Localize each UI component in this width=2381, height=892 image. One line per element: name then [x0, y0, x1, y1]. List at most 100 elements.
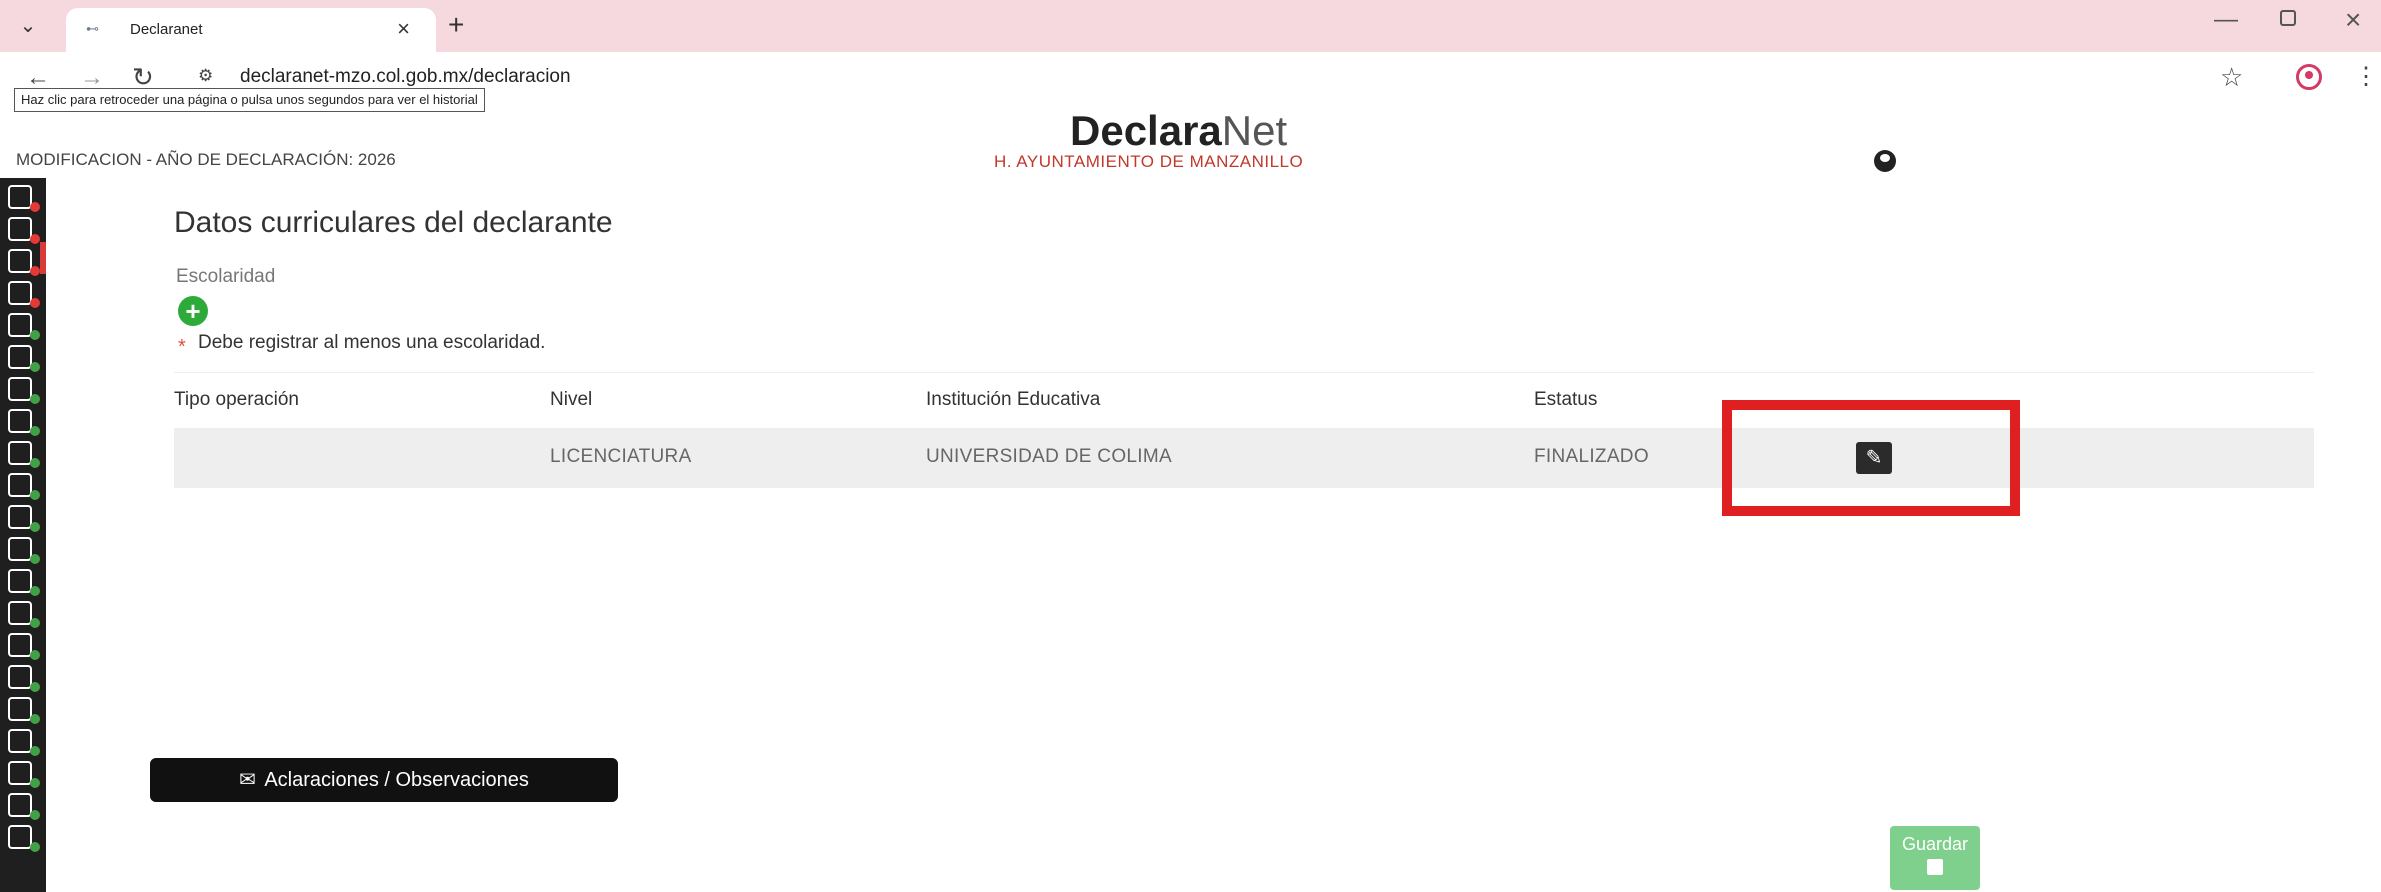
column-header-estatus: Estatus [1534, 389, 1598, 410]
browser-tab[interactable]: ⊷ Declaranet × [66, 8, 436, 52]
brand-logo: DeclaraNet [1070, 108, 1287, 154]
status-dot [30, 714, 40, 724]
tab-title: Declaranet [130, 21, 203, 38]
sidebar-active-indicator [40, 242, 46, 274]
sidebar-item-19[interactable] [6, 758, 40, 790]
sidebar-item-1[interactable] [6, 182, 40, 214]
sidebar-item-4[interactable] [6, 278, 40, 310]
status-dot [30, 618, 40, 628]
loan-icon [8, 569, 32, 593]
money-icon [8, 409, 32, 433]
required-star: * [178, 336, 186, 358]
status-dot [30, 586, 40, 596]
highlight-box [1722, 400, 2020, 516]
sidebar-item-2[interactable] [6, 214, 40, 246]
profile-icon[interactable] [2296, 64, 2322, 90]
document-icon [8, 249, 32, 273]
status-dot [30, 746, 40, 756]
site-info-icon[interactable]: ⚙ [198, 66, 213, 86]
sidebar-item-15[interactable] [6, 630, 40, 662]
chevron-down-icon[interactable]: ⌄ [14, 12, 42, 40]
required-message: Debe registrar al menos una escolaridad. [198, 332, 546, 353]
back-tooltip: Haz clic para retroceder una página o pu… [14, 88, 485, 112]
new-tab-icon[interactable]: + [448, 10, 464, 40]
car-icon [8, 473, 32, 497]
sidebar-item-9[interactable] [6, 438, 40, 470]
status-dot [30, 426, 40, 436]
group-icon [8, 697, 32, 721]
investment-icon [8, 537, 32, 561]
status-dot [30, 298, 40, 308]
observations-label: Aclaraciones / Observaciones [264, 769, 529, 791]
status-dot [30, 202, 40, 212]
status-dot [30, 682, 40, 692]
window-close-icon[interactable]: × [2345, 4, 2361, 36]
page-title: Datos curriculares del declarante [174, 206, 613, 239]
id-card-icon [8, 185, 32, 209]
status-dot [30, 810, 40, 820]
house-icon [8, 441, 32, 465]
favicon-icon: ⊷ [86, 21, 99, 36]
brand-light: Net [1221, 107, 1288, 154]
column-header-tipo: Tipo operación [174, 389, 299, 410]
sidebar-item-18[interactable] [6, 726, 40, 758]
sidebar-item-5[interactable] [6, 310, 40, 342]
cell-nivel: LICENCIATURA [550, 446, 692, 467]
sidebar-item-14[interactable] [6, 598, 40, 630]
status-dot [30, 362, 40, 372]
home-icon [8, 217, 32, 241]
status-dot [30, 394, 40, 404]
form-icon [8, 377, 32, 401]
status-dot [30, 842, 40, 852]
family-icon [8, 345, 32, 369]
status-dot [30, 490, 40, 500]
column-header-nivel: Nivel [550, 389, 593, 410]
maximize-icon[interactable] [2280, 10, 2296, 26]
sidebar-item-13[interactable] [6, 566, 40, 598]
sidebar-item-10[interactable] [6, 470, 40, 502]
pie-icon [8, 633, 32, 657]
brand-bold: Declara [1070, 107, 1222, 154]
status-dot [30, 330, 40, 340]
chart-icon [8, 505, 32, 529]
envelope-icon: ✉ [239, 769, 256, 791]
minimize-icon[interactable]: — [2214, 6, 2238, 34]
tab-close-icon[interactable]: × [397, 17, 410, 41]
sidebar [0, 178, 46, 892]
user-icon[interactable] [1874, 150, 1896, 172]
status-dot [30, 458, 40, 468]
sidebar-item-16[interactable] [6, 662, 40, 694]
save-icon [1927, 859, 1943, 875]
save-label: Guardar [1901, 834, 1969, 854]
kebab-menu-icon[interactable]: ⋮ [2354, 62, 2378, 91]
browser-tab-bar: ⌄ ⊷ Declaranet × + — × [0, 0, 2381, 52]
property-icon [8, 601, 32, 625]
add-escolaridad-button[interactable]: + [178, 296, 208, 326]
table-icon [8, 825, 32, 849]
save-button[interactable]: Guardar [1890, 826, 1980, 890]
board-icon [8, 761, 32, 785]
sidebar-item-20[interactable] [6, 790, 40, 822]
sidebar-item-12[interactable] [6, 534, 40, 566]
sidebar-item-17[interactable] [6, 694, 40, 726]
sidebar-item-6[interactable] [6, 342, 40, 374]
community-icon [8, 729, 32, 753]
sidebar-item-11[interactable] [6, 502, 40, 534]
sidebar-item-7[interactable] [6, 374, 40, 406]
star-icon[interactable]: ☆ [2220, 62, 2243, 93]
declaration-info: MODIFICACION - AÑO DE DECLARACIÓN: 2026 [16, 150, 396, 169]
person-group-icon [8, 793, 32, 817]
status-dot [30, 266, 40, 276]
people-icon [8, 313, 32, 337]
observations-button[interactable]: ✉ Aclaraciones / Observaciones [150, 758, 618, 802]
cell-institucion: UNIVERSIDAD DE COLIMA [926, 446, 1172, 467]
institution-name: H. AYUNTAMIENTO DE MANZANILLO [994, 152, 1304, 171]
sidebar-item-21[interactable] [6, 822, 40, 854]
sidebar-item-3[interactable] [6, 246, 40, 278]
sidebar-item-8[interactable] [6, 406, 40, 438]
status-dot [30, 554, 40, 564]
column-header-institucion: Institución Educativa [926, 389, 1101, 410]
status-dot [30, 234, 40, 244]
url-field[interactable]: declaranet-mzo.col.gob.mx/declaracion [240, 66, 571, 88]
status-dot [30, 522, 40, 532]
